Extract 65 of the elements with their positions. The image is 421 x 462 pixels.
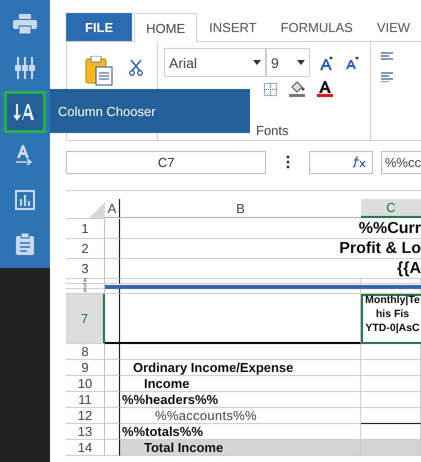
- row-header[interactable]: 1: [66, 219, 105, 239]
- grid-cell[interactable]: [105, 279, 120, 284]
- shrink-font-icon[interactable]: [346, 56, 359, 68]
- cell-text: his Fis: [374, 307, 410, 321]
- grid-cell[interactable]: [105, 344, 120, 360]
- grid-cell[interactable]: [105, 294, 120, 344]
- grid-cell[interactable]: [105, 259, 120, 279]
- grid-cell[interactable]: [105, 408, 120, 424]
- fill-color-icon[interactable]: [289, 81, 305, 97]
- grid-cell[interactable]: [105, 360, 120, 376]
- text-direction-icon: [15, 145, 35, 167]
- sliders-icon: [13, 57, 37, 79]
- selected-cell[interactable]: Monthly|Te his Fis YTD-0|AsC: [361, 294, 421, 344]
- column-header[interactable]: B: [120, 199, 361, 218]
- table-cell: Total Income: [120, 440, 361, 456]
- row-header[interactable]: 3: [66, 259, 105, 279]
- grid-cell[interactable]: [105, 289, 120, 294]
- row-header[interactable]: 7: [66, 294, 105, 344]
- grid-cell[interactable]: [105, 376, 120, 392]
- row-header[interactable]: 11: [66, 392, 105, 408]
- row-header[interactable]: 10: [66, 376, 105, 392]
- table-cell: %%accounts%%: [120, 408, 361, 424]
- printer-icon: [13, 14, 37, 34]
- row-header[interactable]: 8: [66, 344, 105, 360]
- table-cell: Income: [120, 376, 361, 392]
- column-header[interactable]: C: [361, 199, 421, 218]
- grid-cell[interactable]: [105, 219, 120, 239]
- row-header[interactable]: 14: [66, 440, 105, 456]
- row-header[interactable]: 2: [66, 239, 105, 259]
- scissors-icon[interactable]: [129, 60, 143, 76]
- file-tab[interactable]: FILE: [66, 13, 132, 41]
- paste-icon[interactable]: [85, 56, 113, 86]
- sidebar-button[interactable]: [4, 91, 46, 133]
- function-button[interactable]: [309, 150, 373, 174]
- title-cell: Profit & Lo: [120, 239, 421, 259]
- row-header[interactable]: 12: [66, 408, 105, 424]
- title-cell: {{A: [120, 259, 421, 279]
- grow-font-icon[interactable]: [320, 56, 334, 70]
- row-header[interactable]: 9: [66, 360, 105, 376]
- grid-cell[interactable]: [105, 392, 120, 408]
- row-header[interactable]: 13: [66, 424, 105, 440]
- ribbon-tab[interactable]: HOME: [134, 13, 198, 42]
- sort-text-icon: [14, 102, 36, 122]
- table-cell: Ordinary Income/Expense: [120, 360, 361, 376]
- cell-text: YTD-0|AsC: [364, 321, 421, 335]
- formula-field[interactable]: %%cc: [380, 150, 421, 174]
- title-cell: %%Curr: [120, 219, 421, 239]
- more-icon[interactable]: [286, 155, 290, 169]
- group-label: Fonts: [256, 123, 289, 140]
- table-cell: %%headers%%: [120, 392, 361, 408]
- grid-cell[interactable]: [105, 424, 120, 440]
- grid-cell[interactable]: [105, 239, 120, 259]
- borders-icon[interactable]: [264, 82, 277, 96]
- bar-chart-icon: [15, 190, 35, 210]
- column-header[interactable]: A: [105, 199, 120, 218]
- font-color-icon[interactable]: [317, 81, 333, 97]
- caret-icon: [253, 60, 261, 65]
- cell-text: Monthly|Te: [364, 293, 421, 307]
- font-dropdown[interactable]: Arial: [164, 48, 266, 77]
- fx-icon: [352, 156, 366, 168]
- tooltip-text: Column Chooser: [58, 104, 156, 118]
- size-dropdown[interactable]: 9: [266, 48, 310, 77]
- name-box[interactable]: C7: [66, 150, 266, 174]
- clipboard-icon: [16, 233, 34, 255]
- caret-icon: [297, 60, 305, 65]
